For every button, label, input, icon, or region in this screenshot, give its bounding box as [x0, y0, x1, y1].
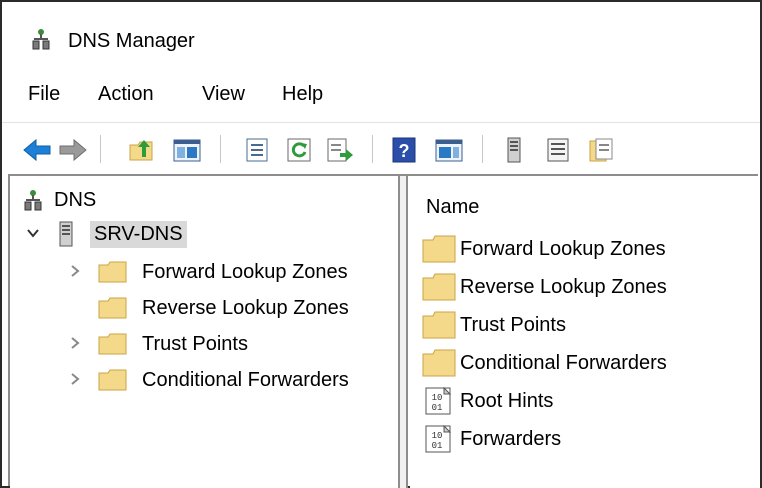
folder-icon — [422, 349, 456, 377]
folder-icon — [422, 273, 456, 301]
list-item-label: Trust Points — [460, 313, 566, 336]
toolbar: ? — [2, 122, 760, 174]
menu-action[interactable]: Action — [98, 80, 154, 108]
zone-file-icon[interactable] — [588, 137, 614, 163]
window-title: DNS Manager — [68, 30, 195, 52]
folder-icon — [422, 311, 456, 339]
tree-node-trust-points[interactable]: Trust Points — [98, 328, 252, 360]
list-item-label: Root Hints — [460, 389, 554, 412]
svg-text:?: ? — [399, 141, 410, 161]
tree-node-dns[interactable]: DNS — [24, 184, 100, 216]
tree-node-label: DNS — [54, 188, 97, 211]
folder-icon — [98, 261, 127, 283]
up-folder-icon[interactable] — [128, 137, 156, 163]
svg-text:10: 10 — [432, 431, 443, 441]
toolbar-separator — [482, 135, 483, 163]
menu-view[interactable]: View — [202, 80, 245, 108]
tree-node-reverse-lookup-zones[interactable]: Reverse Lookup Zones — [98, 292, 353, 324]
list-item-reverse-lookup-zones[interactable]: Reverse Lookup Zones — [422, 270, 667, 304]
list-item-forward-lookup-zones[interactable]: Forward Lookup Zones — [422, 232, 666, 266]
chevron-right-icon[interactable] — [68, 372, 82, 386]
dns-icon — [24, 190, 42, 211]
binary-file-icon: 10 01 — [425, 425, 452, 453]
svg-text:10: 10 — [432, 393, 443, 403]
back-arrow-icon[interactable] — [22, 137, 52, 163]
list-item-label: Reverse Lookup Zones — [460, 275, 667, 298]
tree-node-label: SRV-DNS — [90, 220, 187, 248]
list-item-conditional-forwarders[interactable]: Conditional Forwarders — [422, 346, 667, 380]
title-bar: DNS Manager — [2, 2, 760, 74]
main-panes: DNS SRV-DNS Forward Lookup Zones Reverse… — [8, 174, 760, 488]
toolbar-separator — [372, 135, 373, 163]
folder-icon — [98, 297, 127, 319]
svg-text:01: 01 — [432, 403, 443, 413]
tree-node-label: Forward Lookup Zones — [142, 260, 348, 283]
results-list: Name Forward Lookup Zones Reverse Lookup… — [410, 176, 760, 488]
folder-icon — [98, 369, 127, 391]
refresh-icon[interactable] — [286, 137, 312, 163]
show-hide-action-pane-icon[interactable] — [434, 137, 464, 163]
list-view-icon[interactable] — [546, 137, 570, 163]
list-item-trust-points[interactable]: Trust Points — [422, 308, 566, 342]
show-hide-console-tree-icon[interactable] — [172, 137, 202, 163]
column-header-name[interactable]: Name — [426, 196, 479, 219]
list-item-label: Conditional Forwarders — [460, 351, 667, 374]
folder-icon — [98, 333, 127, 355]
toolbar-separator — [220, 135, 221, 163]
export-list-icon[interactable] — [326, 137, 354, 163]
list-item-forwarders[interactable]: 10 01 Forwarders — [422, 422, 561, 456]
folder-icon — [422, 235, 456, 263]
dns-manager-window: DNS Manager File Action View Help ? DNS … — [0, 0, 762, 488]
chevron-right-icon[interactable] — [68, 264, 82, 278]
tree-node-server[interactable]: SRV-DNS — [58, 218, 187, 250]
list-item-label: Forward Lookup Zones — [460, 237, 666, 260]
toolbar-separator — [100, 135, 101, 163]
server-icon[interactable] — [506, 137, 522, 163]
tree-node-forward-lookup-zones[interactable]: Forward Lookup Zones — [98, 256, 352, 288]
properties-icon[interactable] — [244, 137, 270, 163]
forward-arrow-icon[interactable] — [58, 137, 88, 163]
server-icon — [59, 221, 73, 247]
menu-help[interactable]: Help — [282, 80, 323, 108]
chevron-down-icon[interactable] — [26, 226, 40, 240]
menu-bar: File Action View Help — [2, 80, 760, 108]
tree-node-label: Conditional Forwarders — [142, 368, 349, 391]
chevron-right-icon[interactable] — [68, 336, 82, 350]
binary-file-icon: 10 01 — [425, 387, 452, 415]
list-item-root-hints[interactable]: 10 01 Root Hints — [422, 384, 553, 418]
tree-node-conditional-forwarders[interactable]: Conditional Forwarders — [98, 364, 353, 396]
help-icon[interactable]: ? — [392, 137, 416, 163]
list-item-label: Forwarders — [460, 427, 562, 450]
menu-file[interactable]: File — [28, 80, 60, 108]
svg-text:01: 01 — [432, 441, 443, 451]
tree-node-label: Trust Points — [142, 332, 248, 355]
pane-splitter[interactable] — [400, 176, 408, 488]
tree-node-label: Reverse Lookup Zones — [142, 296, 349, 319]
dns-app-icon — [32, 29, 50, 50]
console-tree: DNS SRV-DNS Forward Lookup Zones Reverse… — [10, 176, 400, 488]
